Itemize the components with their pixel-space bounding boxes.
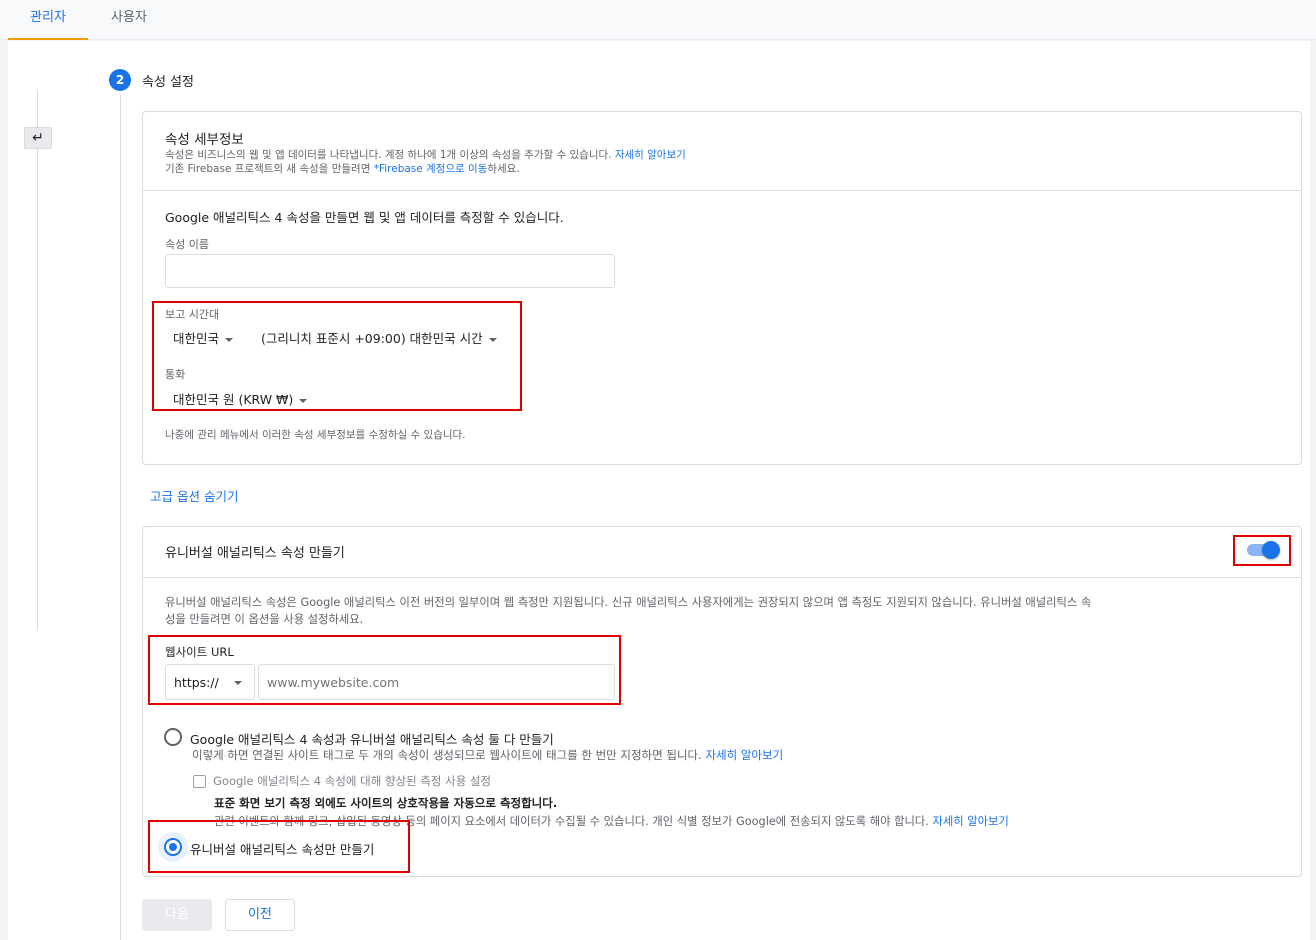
universal-heading: 유니버설 애널리틱스 속성 만들기 bbox=[165, 546, 345, 561]
scrollbar[interactable] bbox=[1310, 41, 1316, 940]
highlight-box-ua-only bbox=[148, 820, 410, 873]
firebase-account-link[interactable]: *Firebase 계정으로 이동 bbox=[374, 163, 488, 175]
learn-more-link[interactable]: 자세히 알아보기 bbox=[932, 815, 1008, 828]
highlight-box-toggle bbox=[1233, 535, 1291, 566]
ga4-intro-text: Google 애널리틱스 4 속성을 만들면 웹 및 앱 데이터를 측정할 수 … bbox=[165, 210, 564, 225]
radio-create-both[interactable] bbox=[164, 728, 182, 746]
option-both-label: Google 애널리틱스 4 속성과 유니버설 애널리틱스 속성 둘 다 만들기 bbox=[190, 732, 554, 747]
desc-text: 하세요. bbox=[487, 163, 520, 175]
property-name-input[interactable] bbox=[165, 254, 615, 288]
highlight-box-timezone bbox=[152, 301, 522, 411]
previous-button[interactable]: 이전 bbox=[225, 899, 295, 931]
left-rail-line bbox=[37, 90, 38, 630]
property-details-desc-1: 속성은 비즈니스의 웹 및 앱 데이터를 나타냅니다. 계정 하나에 1개 이상… bbox=[165, 147, 686, 162]
card-divider bbox=[143, 190, 1301, 191]
desc-text: 기존 Firebase 프로젝트의 새 속성을 만들려면 bbox=[165, 163, 371, 175]
top-tab-bar: 관리자 사용자 bbox=[0, 0, 1316, 40]
option-both-desc: 이렇게 하면 연결된 사이트 태그로 두 개의 속성이 생성되므로 웹사이트에 … bbox=[192, 747, 783, 763]
card-divider bbox=[143, 577, 1301, 578]
desc-text: 이렇게 하면 연결된 사이트 태그로 두 개의 속성이 생성되므로 웹사이트에 … bbox=[192, 748, 702, 762]
tab-admin[interactable]: 관리자 bbox=[8, 0, 88, 40]
hide-advanced-options-link[interactable]: 고급 옵션 숨기기 bbox=[150, 486, 238, 505]
property-details-footnote: 나중에 관리 메뉴에서 이러한 속성 세부정보를 수정하실 수 있습니다. bbox=[165, 429, 466, 441]
property-details-desc-2: 기존 Firebase 프로젝트의 새 속성을 만들려면 *Firebase 계… bbox=[165, 161, 520, 176]
step-title: 속성 설정 bbox=[142, 75, 194, 90]
step-number-badge: 2 bbox=[109, 69, 131, 91]
enhanced-measurement-checkbox[interactable] bbox=[193, 775, 206, 788]
desc-text: 속성은 비즈니스의 웹 및 앱 데이터를 나타냅니다. 계정 하나에 1개 이상… bbox=[165, 149, 612, 161]
tab-users[interactable]: 사용자 bbox=[90, 0, 168, 40]
property-details-heading: 속성 세부정보 bbox=[165, 132, 244, 148]
enhanced-measurement-bold: 표준 화면 보기 측정 외에도 사이트의 상호작용을 자동으로 측정합니다. bbox=[214, 796, 558, 810]
back-arrow-icon: ↵ bbox=[32, 130, 44, 146]
enhanced-measurement-label: Google 애널리틱스 4 속성에 대해 향상된 측정 사용 설정 bbox=[213, 774, 492, 788]
learn-more-link[interactable]: 자세히 알아보기 bbox=[705, 748, 783, 762]
universal-desc-2: 성을 만들려면 이 옵션을 사용 설정하세요. bbox=[165, 613, 364, 626]
back-button[interactable]: ↵ bbox=[24, 127, 52, 149]
highlight-box-url bbox=[148, 635, 621, 705]
universal-desc-1: 유니버설 애널리틱스 속성은 Google 애널리틱스 이전 버전의 일부이며 … bbox=[165, 596, 1092, 609]
learn-more-link[interactable]: 자세히 알아보기 bbox=[615, 149, 686, 161]
property-name-label: 속성 이름 bbox=[165, 238, 209, 251]
step-rail-line bbox=[120, 95, 121, 940]
next-button[interactable]: 다음 bbox=[142, 899, 212, 931]
